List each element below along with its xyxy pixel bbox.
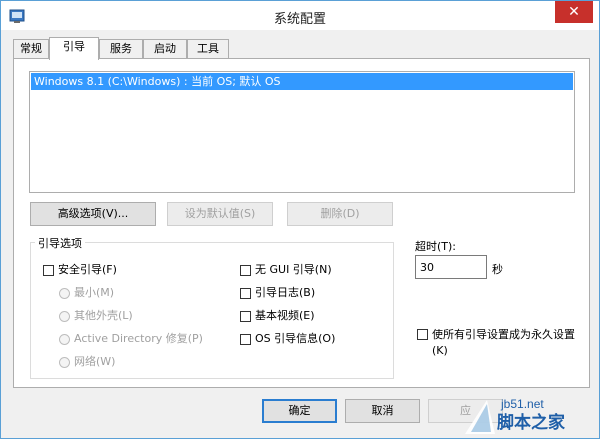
tab-services[interactable]: 服务	[99, 39, 143, 59]
ok-button[interactable]: 确定	[262, 399, 337, 423]
network-radio[interactable]: 网络(W)	[59, 355, 115, 371]
active-directory-label: Active Directory 修复(P)	[74, 332, 203, 345]
tab-tools[interactable]: 工具	[187, 39, 229, 59]
radio-icon	[59, 287, 70, 299]
watermark-site: jb51.net	[500, 397, 544, 411]
tab-boot[interactable]: 引导	[49, 37, 99, 60]
cancel-button[interactable]: 取消	[345, 399, 420, 423]
boot-options-group: 引导选项 安全引导(F) 最小(M) 其他外壳(L) Active Direct…	[30, 235, 394, 379]
network-label: 网络(W)	[74, 355, 116, 368]
os-boot-info-label: OS 引导信息(O)	[255, 332, 336, 345]
radio-icon	[59, 310, 70, 322]
radio-icon	[59, 356, 70, 368]
timeout-unit: 秒	[492, 263, 503, 276]
boot-tab-panel: Windows 8.1 (C:\Windows) : 当前 OS; 默认 OS …	[13, 58, 590, 388]
no-gui-label: 无 GUI 引导(N)	[255, 263, 332, 276]
checkbox-icon	[43, 264, 54, 276]
close-button[interactable]: ✕	[555, 1, 593, 23]
no-gui-boot-checkbox[interactable]: 无 GUI 引导(N)	[240, 263, 332, 279]
window-title: 系统配置	[273, 12, 326, 27]
watermark-graphic: jb51.net 脚本之家	[465, 397, 565, 434]
close-icon: ✕	[568, 4, 580, 20]
watermark-logo: jb51.net 脚本之家	[465, 392, 593, 434]
active-directory-repair-radio[interactable]: Active Directory 修复(P)	[59, 332, 203, 348]
list-item[interactable]: Windows 8.1 (C:\Windows) : 当前 OS; 默认 OS	[31, 73, 573, 90]
safe-boot-checkbox[interactable]: 安全引导(F)	[43, 263, 117, 279]
make-permanent-label: 使所有引导设置成为永久设置(K)	[432, 328, 575, 357]
checkbox-icon	[240, 333, 251, 345]
tab-general[interactable]: 常规	[13, 39, 49, 59]
delete-button[interactable]: 删除(D)	[287, 202, 393, 226]
advanced-options-button[interactable]: 高级选项(V)...	[30, 202, 156, 226]
boot-options-title: 引导选项	[35, 235, 85, 251]
system-configuration-window: 系统配置 ✕ 常规 引导 服务 启动 工具 Windows 8.1 (C:\Wi…	[0, 0, 600, 439]
set-default-button[interactable]: 设为默认值(S)	[167, 202, 273, 226]
minimal-radio[interactable]: 最小(M)	[59, 286, 114, 302]
timeout-label: 超时(T):	[415, 240, 457, 253]
os-boot-info-checkbox[interactable]: OS 引导信息(O)	[240, 332, 335, 348]
checkbox-icon	[240, 310, 251, 322]
alternate-shell-label: 其他外壳(L)	[74, 309, 133, 322]
title-bar: 系统配置 ✕	[1, 1, 599, 30]
alternate-shell-radio[interactable]: 其他外壳(L)	[59, 309, 133, 325]
radio-icon	[59, 333, 70, 345]
boot-log-label: 引导日志(B)	[255, 286, 316, 299]
boot-log-checkbox[interactable]: 引导日志(B)	[240, 286, 315, 302]
checkbox-icon	[240, 287, 251, 299]
timeout-input[interactable]	[415, 255, 487, 279]
base-video-checkbox[interactable]: 基本视频(E)	[240, 309, 315, 325]
watermark-brand: 脚本之家	[497, 412, 565, 433]
boot-entry-list[interactable]: Windows 8.1 (C:\Windows) : 当前 OS; 默认 OS	[29, 71, 575, 193]
checkbox-icon	[417, 329, 428, 340]
base-video-label: 基本视频(E)	[255, 309, 315, 322]
checkbox-icon	[240, 264, 251, 276]
minimal-label: 最小(M)	[74, 286, 115, 299]
tab-startup[interactable]: 启动	[143, 39, 187, 59]
safe-boot-label: 安全引导(F)	[58, 263, 117, 276]
